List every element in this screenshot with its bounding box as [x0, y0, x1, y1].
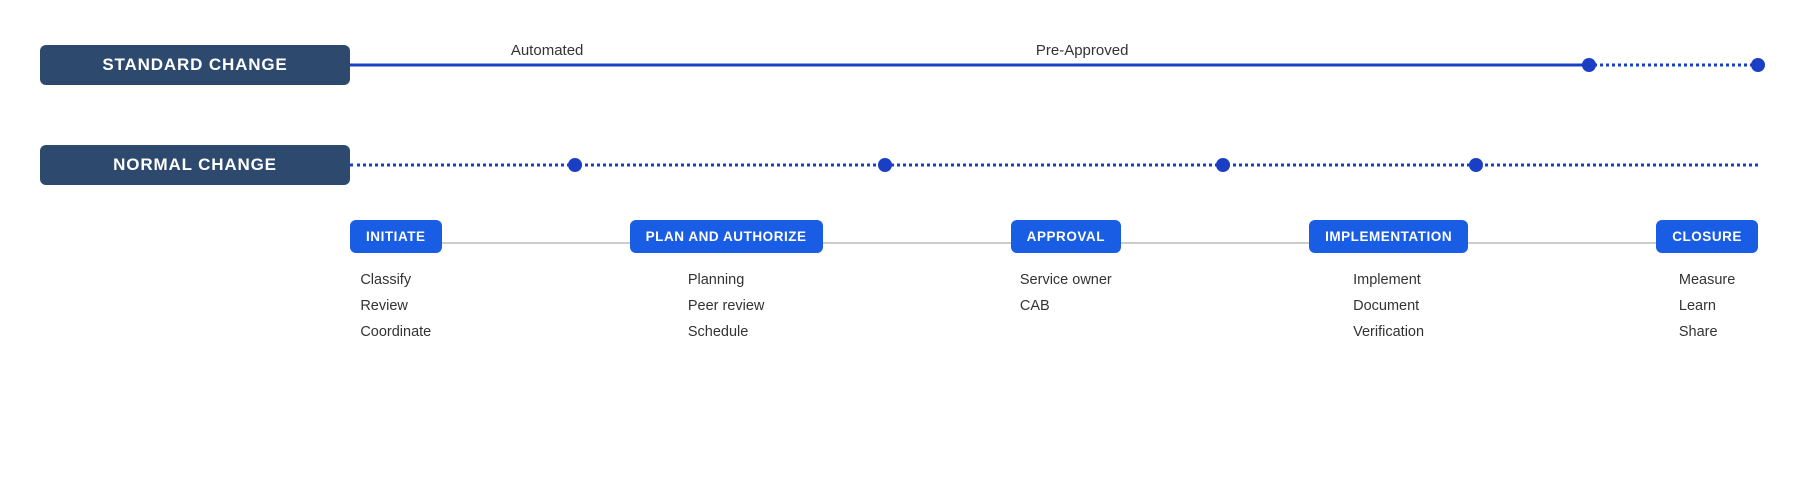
phase-approval-item-1: Service owner: [1020, 267, 1112, 293]
phase-plan-label: PLAN AND AUTHORIZE: [630, 220, 823, 253]
standard-solid-line: [350, 64, 1589, 67]
connector-4: [1468, 242, 1656, 244]
phase-initiate-label: INITIATE: [350, 220, 442, 253]
phase-closure-item-3: Share: [1679, 319, 1735, 345]
phases-track: INITIATE Classify Review Coordinate PLAN…: [350, 220, 1758, 345]
phase-closure-label: CLOSURE: [1656, 220, 1758, 253]
connector-2: [823, 242, 1011, 244]
phase-approval-label: APPROVAL: [1011, 220, 1121, 253]
phase-plan-item-3: Schedule: [688, 319, 765, 345]
phase-initiate-item-1: Classify: [360, 267, 431, 293]
phase-initiate-item-2: Review: [360, 293, 431, 319]
phases-area: INITIATE Classify Review Coordinate PLAN…: [40, 220, 1758, 345]
normal-dot-4: [1469, 158, 1483, 172]
phase-implementation-label: IMPLEMENTATION: [1309, 220, 1468, 253]
phase-plan: PLAN AND AUTHORIZE Planning Peer review …: [630, 220, 823, 345]
standard-change-label: STANDARD CHANGE: [40, 45, 350, 85]
normal-dot-3: [1216, 158, 1230, 172]
phase-implementation-item-3: Verification: [1353, 319, 1424, 345]
phase-plan-item-2: Peer review: [688, 293, 765, 319]
phase-plan-items: Planning Peer review Schedule: [688, 267, 765, 345]
phase-initiate-item-3: Coordinate: [360, 319, 431, 345]
standard-dot-end: [1751, 58, 1765, 72]
standard-dotted-line: [1589, 64, 1758, 67]
pre-approved-label: Pre-Approved: [1036, 42, 1129, 59]
phase-initiate: INITIATE Classify Review Coordinate: [350, 220, 442, 345]
phase-initiate-items: Classify Review Coordinate: [360, 267, 431, 345]
phase-closure: CLOSURE Measure Learn Share: [1656, 220, 1758, 345]
phase-approval-items: Service owner CAB: [1020, 267, 1112, 319]
normal-dot-2: [878, 158, 892, 172]
connector-3: [1121, 242, 1309, 244]
phase-implementation-item-2: Document: [1353, 293, 1424, 319]
phase-closure-item-2: Learn: [1679, 293, 1735, 319]
standard-dot-1: [1582, 58, 1596, 72]
diagram-container: STANDARD CHANGE Automated Pre-Approved N…: [0, 0, 1798, 500]
phase-approval-item-2: CAB: [1020, 293, 1112, 319]
phase-approval: APPROVAL Service owner CAB: [1011, 220, 1121, 319]
phase-implementation: IMPLEMENTATION Implement Document Verifi…: [1309, 220, 1468, 345]
normal-dot-1: [568, 158, 582, 172]
phase-closure-item-1: Measure: [1679, 267, 1735, 293]
automated-label: Automated: [511, 42, 584, 59]
phase-plan-item-1: Planning: [688, 267, 765, 293]
normal-change-track: [350, 140, 1758, 190]
standard-change-track: Automated Pre-Approved: [350, 40, 1758, 90]
normal-dotted-line: [350, 164, 1758, 167]
normal-change-label: NORMAL CHANGE: [40, 145, 350, 185]
phase-implementation-items: Implement Document Verification: [1353, 267, 1424, 345]
phase-implementation-item-1: Implement: [1353, 267, 1424, 293]
connector-1: [442, 242, 630, 244]
phase-closure-items: Measure Learn Share: [1679, 267, 1735, 345]
